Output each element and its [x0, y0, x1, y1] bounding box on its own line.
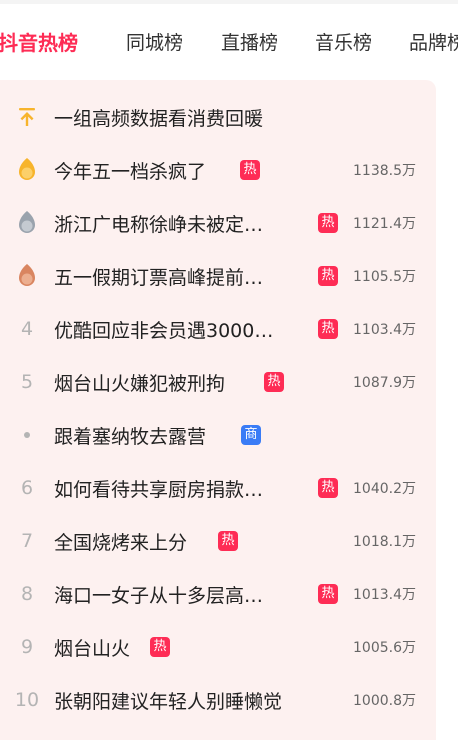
- hot-item[interactable]: 4 优酷回应非会员遇3000… 热 1103.4万: [0, 302, 436, 355]
- rank-number: 6: [20, 477, 34, 499]
- heat-value: 1018.1万: [353, 534, 416, 550]
- hot-item-title: 全国烧烤来上分: [54, 532, 188, 554]
- silver-medal-icon: [14, 206, 40, 240]
- hot-badge: 热: [318, 319, 338, 339]
- heat-value: 1138.5万: [353, 163, 416, 179]
- heat-value: 1000.8万: [353, 693, 416, 709]
- rank-number: 9: [20, 636, 34, 658]
- rank-number: 7: [20, 530, 34, 552]
- heat-value: 1013.4万: [353, 587, 416, 603]
- hot-badge: 热: [318, 478, 338, 498]
- hot-badge: 热: [318, 266, 338, 286]
- tab-brand[interactable]: 品牌榜: [409, 28, 458, 55]
- tab-music[interactable]: 音乐榜: [315, 28, 372, 55]
- pin-top-icon: [14, 100, 40, 134]
- heat-value: 1121.4万: [353, 216, 416, 232]
- hot-item-title: 烟台山火嫌犯被刑拘: [54, 373, 226, 395]
- hot-item[interactable]: 五一假期订票高峰提前… 热 1105.5万: [0, 249, 436, 302]
- heat-value: 1105.5万: [353, 269, 416, 285]
- hot-badge: 热: [318, 213, 338, 233]
- bronze-medal-icon: [14, 259, 40, 293]
- ranking-tabs: 抖音热榜 同城榜 直播榜 音乐榜 品牌榜: [0, 0, 458, 80]
- hot-item-title: 一组高频数据看消费回暖: [54, 108, 264, 130]
- hot-item[interactable]: 今年五一档杀疯了 热 1138.5万: [0, 143, 436, 196]
- hot-badge: 热: [150, 637, 170, 657]
- tab-city[interactable]: 同城榜: [126, 28, 183, 55]
- hot-item[interactable]: 7 全国烧烤来上分 热 1018.1万: [0, 514, 436, 567]
- hot-item[interactable]: 5 烟台山火嫌犯被刑拘 热 1087.9万: [0, 355, 436, 408]
- hot-badge: 热: [218, 531, 238, 551]
- hot-list-panel: 一组高频数据看消费回暖 今年五一档杀疯了 热 1138.5万 浙江广电称徐峥未被…: [0, 80, 436, 740]
- hot-item-title: 今年五一档杀疯了: [54, 161, 207, 183]
- tab-live[interactable]: 直播榜: [221, 28, 278, 55]
- gold-medal-icon: [14, 153, 40, 187]
- pinned-item[interactable]: 一组高频数据看消费回暖: [0, 90, 436, 143]
- tab-douyin-hot[interactable]: 抖音热榜: [0, 27, 78, 56]
- hot-item[interactable]: 9 烟台山火 热 1005.6万: [0, 620, 436, 673]
- hot-item[interactable]: 浙江广电称徐峥未被定… 热 1121.4万: [0, 196, 436, 249]
- hot-item-title: 浙江广电称徐峥未被定…: [54, 214, 264, 236]
- hot-badge: 热: [240, 160, 260, 180]
- hot-item[interactable]: 6 如何看待共享厨房捐款… 热 1040.2万: [0, 461, 436, 514]
- hot-item-title: 张朝阳建议年轻人别睡懒觉: [54, 691, 283, 713]
- hot-item[interactable]: 8 海口一女子从十多层高… 热 1013.4万: [0, 567, 436, 620]
- hot-item-title: 优酷回应非会员遇3000…: [54, 320, 274, 342]
- heat-value: 1040.2万: [353, 481, 416, 497]
- heat-value: 1005.6万: [353, 640, 416, 656]
- hot-item-title: 跟着塞纳牧去露营: [54, 426, 207, 448]
- dot-icon: [14, 418, 40, 452]
- rank-number: 5: [20, 371, 34, 393]
- hot-item[interactable]: 10 张朝阳建议年轻人别睡懒觉 1000.8万: [0, 673, 436, 726]
- heat-value: 1087.9万: [353, 375, 416, 391]
- hot-badge: 热: [318, 584, 338, 604]
- heat-value: 1103.4万: [353, 322, 416, 338]
- ad-badge: 商: [241, 425, 261, 445]
- hot-item-title: 海口一女子从十多层高…: [54, 585, 264, 607]
- sponsored-item[interactable]: 跟着塞纳牧去露营 商: [0, 408, 436, 461]
- hot-badge: 热: [264, 372, 284, 392]
- hot-item-title: 五一假期订票高峰提前…: [54, 267, 264, 289]
- rank-number: 8: [20, 583, 34, 605]
- hot-item-title: 如何看待共享厨房捐款…: [54, 479, 264, 501]
- hot-item-title: 烟台山火: [54, 638, 131, 660]
- rank-number: 10: [14, 689, 40, 711]
- rank-number: 4: [20, 318, 34, 340]
